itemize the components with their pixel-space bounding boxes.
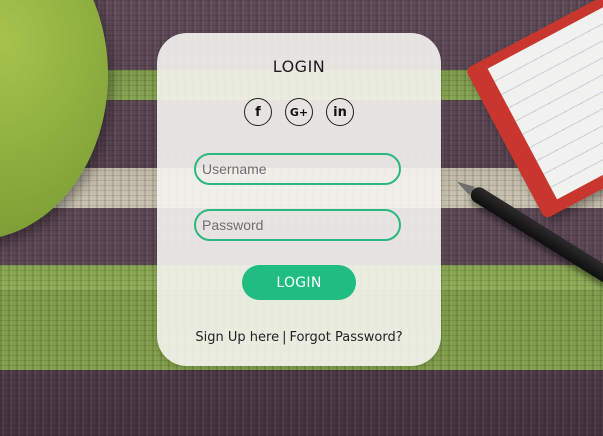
forgot-password-link[interactable]: Forgot Password?: [289, 330, 402, 345]
footer-separator: |: [282, 330, 287, 345]
page-background: LOGIN f G+ in LOGIN Sign Up here|Forgot …: [0, 0, 603, 436]
login-card: LOGIN f G+ in LOGIN Sign Up here|Forgot …: [157, 33, 441, 366]
password-input[interactable]: [194, 209, 401, 241]
green-bowl-decoration: [0, 0, 108, 240]
social-login-buttons: f G+ in: [157, 98, 441, 126]
linkedin-icon[interactable]: in: [326, 98, 354, 126]
pen-nib: [454, 177, 475, 196]
login-button[interactable]: LOGIN: [242, 265, 356, 300]
sign-up-link[interactable]: Sign Up here: [195, 330, 279, 345]
google-plus-icon[interactable]: G+: [285, 98, 313, 126]
login-footer: Sign Up here | Forgot Password?: [157, 330, 441, 345]
facebook-icon[interactable]: f: [244, 98, 272, 126]
username-input[interactable]: [194, 153, 401, 185]
notebook-page: [487, 0, 603, 200]
login-title: LOGIN: [272, 57, 326, 76]
notebook-decoration: [465, 0, 603, 220]
